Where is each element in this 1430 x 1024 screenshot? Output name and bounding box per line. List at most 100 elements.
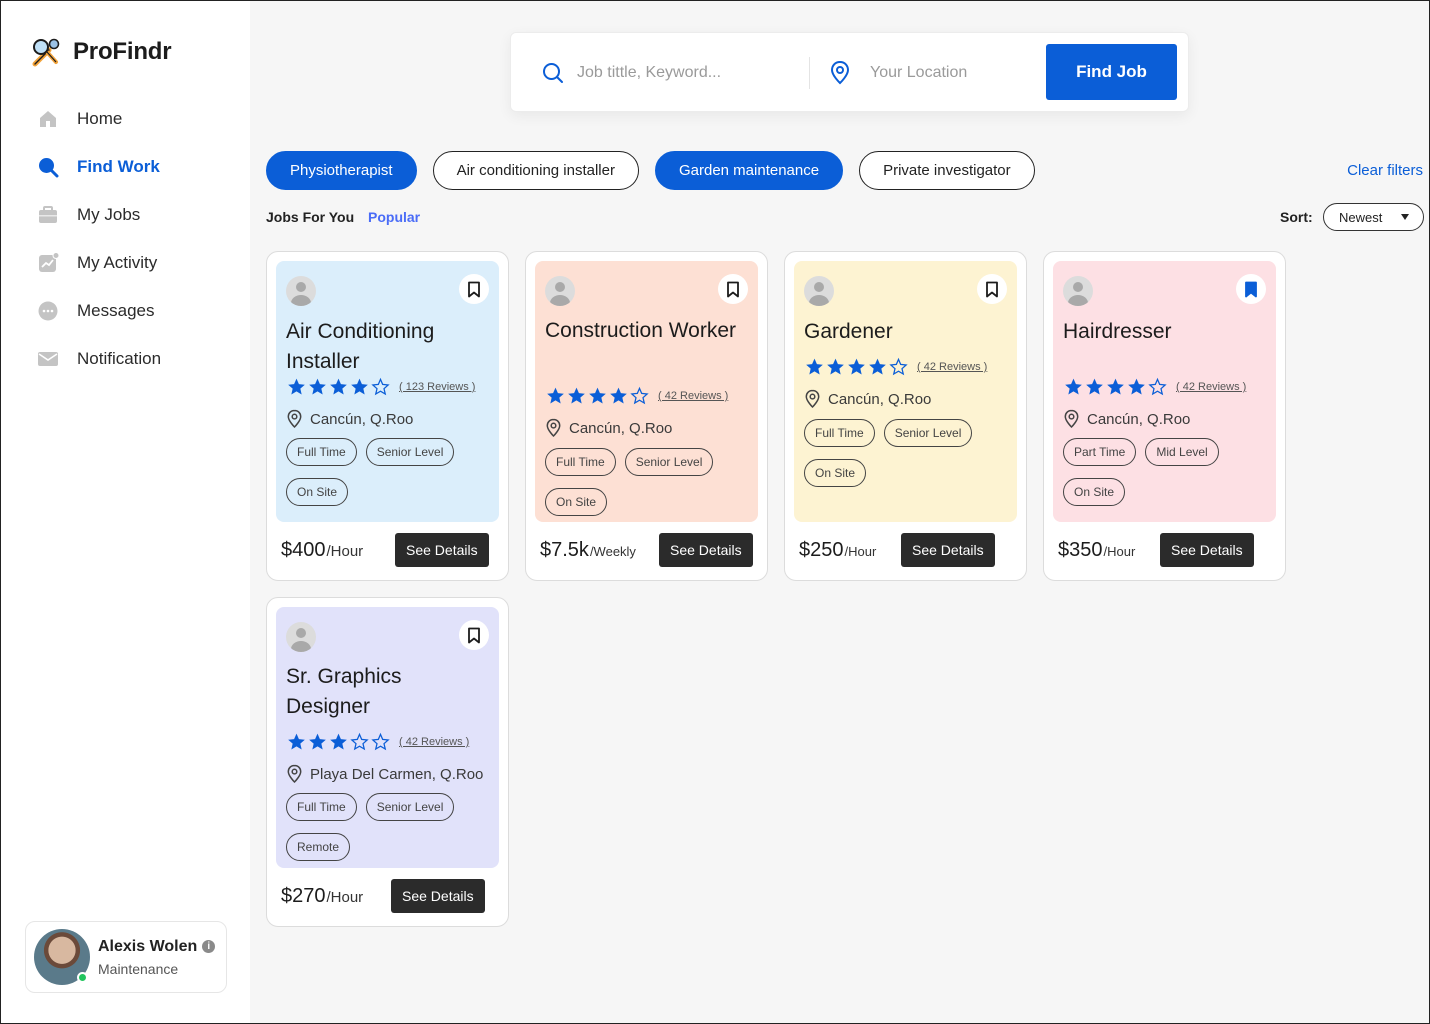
job-card[interactable]: Gardener ( 42 Reviews ) Cancún, Q.Roo Fu… xyxy=(784,251,1027,581)
nav-item-my-activity[interactable]: My Activity xyxy=(37,239,161,287)
tag-work-mode: On Site xyxy=(545,488,608,516)
price-unit: /Hour xyxy=(1103,544,1136,559)
bookmark-button[interactable] xyxy=(459,620,489,650)
job-card[interactable]: Construction Worker ( 42 Reviews ) Cancú… xyxy=(525,251,768,581)
filter-chip-physiotherapist[interactable]: Physiotherapist xyxy=(266,151,417,190)
star-filled-icon xyxy=(330,733,347,750)
nav-label: My Jobs xyxy=(77,205,141,224)
filter-chip-garden-maintenance[interactable]: Garden maintenance xyxy=(654,151,844,190)
keyword-input[interactable] xyxy=(577,64,777,82)
sidebar: ProFindr Home Find Work My Jobs My Activ… xyxy=(1,1,250,1023)
location-text: Cancún, Q.Roo xyxy=(310,410,414,428)
price-amount: $270 xyxy=(281,885,326,907)
profile-role: Maintenance xyxy=(98,960,179,977)
nav-label: Messages xyxy=(77,301,155,320)
bookmark-button[interactable] xyxy=(977,274,1007,304)
job-location: Cancún, Q.Roo xyxy=(1063,409,1190,429)
bookmark-filled-icon xyxy=(1245,281,1257,297)
nav-item-my-jobs[interactable]: My Jobs xyxy=(37,191,161,239)
star-filled-icon xyxy=(869,358,886,375)
employer-avatar-icon xyxy=(804,276,834,306)
price-unit: /Hour xyxy=(326,889,364,906)
find-job-button[interactable]: Find Job xyxy=(1046,44,1177,100)
section-title[interactable]: Jobs For You xyxy=(266,209,354,225)
location-text: Cancún, Q.Roo xyxy=(828,390,932,408)
tag-employment-type: Full Time xyxy=(545,448,616,476)
sort-dropdown[interactable]: Newest xyxy=(1323,203,1424,231)
location-input[interactable] xyxy=(870,64,1070,82)
reviews-link[interactable]: ( 123 Reviews ) xyxy=(399,381,475,393)
job-card[interactable]: Air Conditioning Installer ( 123 Reviews… xyxy=(266,251,509,581)
location-pin-icon xyxy=(287,409,302,429)
job-tags: Part Time Mid Level On Site xyxy=(1063,438,1268,518)
star-filled-icon xyxy=(848,358,865,375)
search-icon xyxy=(543,63,563,83)
see-details-button[interactable]: See Details xyxy=(659,533,753,567)
price-unit: /Hour xyxy=(326,543,364,560)
search-bar: Find Job xyxy=(510,32,1189,112)
see-details-button[interactable]: See Details xyxy=(391,879,485,913)
main-nav: Home Find Work My Jobs My Activity Messa… xyxy=(37,95,161,383)
job-tags: Full Time Senior Level On Site xyxy=(804,419,1009,499)
popular-tab[interactable]: Popular xyxy=(368,209,420,225)
nav-item-home[interactable]: Home xyxy=(37,95,161,143)
star-filled-icon xyxy=(309,378,326,395)
star-empty-icon xyxy=(371,377,390,396)
reviews-link[interactable]: ( 42 Reviews ) xyxy=(399,736,469,748)
user-profile-card[interactable]: Alexis Wolen i Maintenance xyxy=(25,921,227,993)
bookmark-button[interactable] xyxy=(1236,274,1266,304)
tag-employment-type: Full Time xyxy=(286,793,357,821)
star-filled-icon xyxy=(1086,378,1103,395)
price-unit: /Weekly xyxy=(589,544,636,559)
rating: ( 42 Reviews ) xyxy=(545,386,728,406)
bookmark-button[interactable] xyxy=(459,274,489,304)
see-details-button[interactable]: See Details xyxy=(395,533,489,567)
sort-value: Newest xyxy=(1339,209,1383,225)
filter-chip-air-conditioning-installer[interactable]: Air conditioning installer xyxy=(432,151,639,190)
job-location: Cancún, Q.Roo xyxy=(286,409,413,429)
see-details-button[interactable]: See Details xyxy=(901,533,995,567)
nav-item-messages[interactable]: Messages xyxy=(37,287,161,335)
activity-icon xyxy=(37,252,59,274)
brand[interactable]: ProFindr xyxy=(29,36,172,68)
price-amount: $250 xyxy=(799,539,844,561)
location-pin-icon xyxy=(287,764,302,784)
reviews-link[interactable]: ( 42 Reviews ) xyxy=(917,361,987,373)
tag-level: Senior Level xyxy=(365,438,455,466)
reviews-link[interactable]: ( 42 Reviews ) xyxy=(1176,381,1246,393)
job-card[interactable]: Hairdresser ( 42 Reviews ) Cancún, Q.Roo… xyxy=(1043,251,1286,581)
location-text: Playa Del Carmen, Q.Roo xyxy=(310,765,484,783)
bookmark-button[interactable] xyxy=(718,274,748,304)
star-filled-icon xyxy=(827,358,844,375)
rating: ( 123 Reviews ) xyxy=(286,377,475,397)
bookmark-icon xyxy=(468,281,480,297)
price-unit: /Hour xyxy=(844,544,877,559)
job-title: Air Conditioning Installer xyxy=(286,320,435,373)
job-card[interactable]: Sr. Graphics Designer ( 42 Reviews ) Pla… xyxy=(266,597,509,927)
tag-work-mode: On Site xyxy=(804,459,867,487)
filter-chip-private-investigator[interactable]: Private investigator xyxy=(859,151,1035,190)
job-location: Playa Del Carmen, Q.Roo xyxy=(286,764,483,784)
filter-chips: Physiotherapist Air conditioning install… xyxy=(266,151,1051,190)
app-name: ProFindr xyxy=(73,38,172,65)
nav-label: My Activity xyxy=(77,253,158,272)
star-empty-icon xyxy=(1148,377,1167,396)
tag-work-mode: Remote xyxy=(286,833,351,861)
bookmark-icon xyxy=(468,627,480,643)
sort-label: Sort: xyxy=(1280,209,1313,225)
nav-item-find-work[interactable]: Find Work xyxy=(37,143,161,191)
tag-level: Senior Level xyxy=(365,793,455,821)
tag-level: Mid Level xyxy=(1145,438,1219,466)
reviews-link[interactable]: ( 42 Reviews ) xyxy=(658,390,728,402)
avatar xyxy=(34,929,90,985)
location-text: Cancún, Q.Roo xyxy=(1087,410,1191,428)
info-icon[interactable]: i xyxy=(202,940,216,953)
job-tags: Full Time Senior Level Remote xyxy=(286,793,491,873)
tag-level: Senior Level xyxy=(883,419,973,447)
caret-down-icon xyxy=(1401,214,1409,220)
clear-filters-link[interactable]: Clear filters xyxy=(1347,162,1423,179)
nav-item-notification[interactable]: Notification xyxy=(37,335,161,383)
star-filled-icon xyxy=(610,387,627,404)
see-details-button[interactable]: See Details xyxy=(1160,533,1254,567)
rating: ( 42 Reviews ) xyxy=(1063,377,1246,397)
